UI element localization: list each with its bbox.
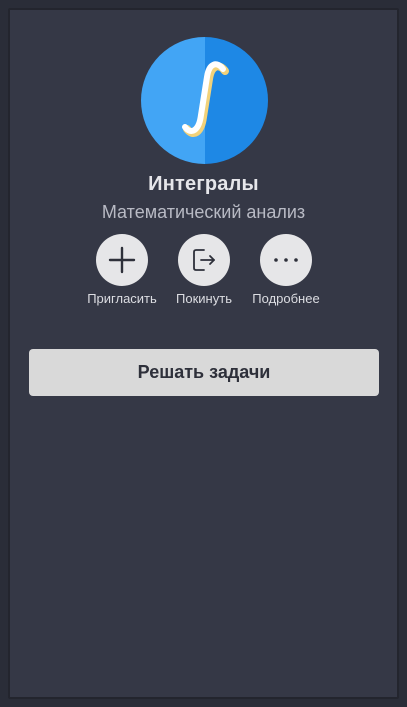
solve-tasks-button[interactable]: Решать задачи bbox=[29, 349, 379, 396]
plus-icon bbox=[108, 246, 136, 274]
course-subtitle: Математический анализ bbox=[101, 202, 306, 222]
course-logo bbox=[141, 37, 268, 164]
integral-icon bbox=[141, 37, 268, 164]
course-title: Интегралы bbox=[148, 173, 259, 195]
leave-button[interactable]: Покинуть bbox=[159, 234, 249, 306]
invite-circle[interactable] bbox=[96, 234, 148, 286]
more-label: Подробнее bbox=[252, 291, 320, 306]
exit-icon bbox=[193, 249, 215, 271]
more-dots-icon bbox=[274, 258, 298, 262]
more-button[interactable]: Подробнее bbox=[241, 234, 331, 306]
more-circle[interactable] bbox=[260, 234, 312, 286]
leave-label: Покинуть bbox=[176, 291, 232, 306]
app-screen: Интегралы Математический анализ Пригласи… bbox=[8, 8, 399, 699]
invite-label: Пригласить bbox=[87, 291, 157, 306]
invite-button[interactable]: Пригласить bbox=[77, 234, 167, 306]
leave-circle[interactable] bbox=[178, 234, 230, 286]
